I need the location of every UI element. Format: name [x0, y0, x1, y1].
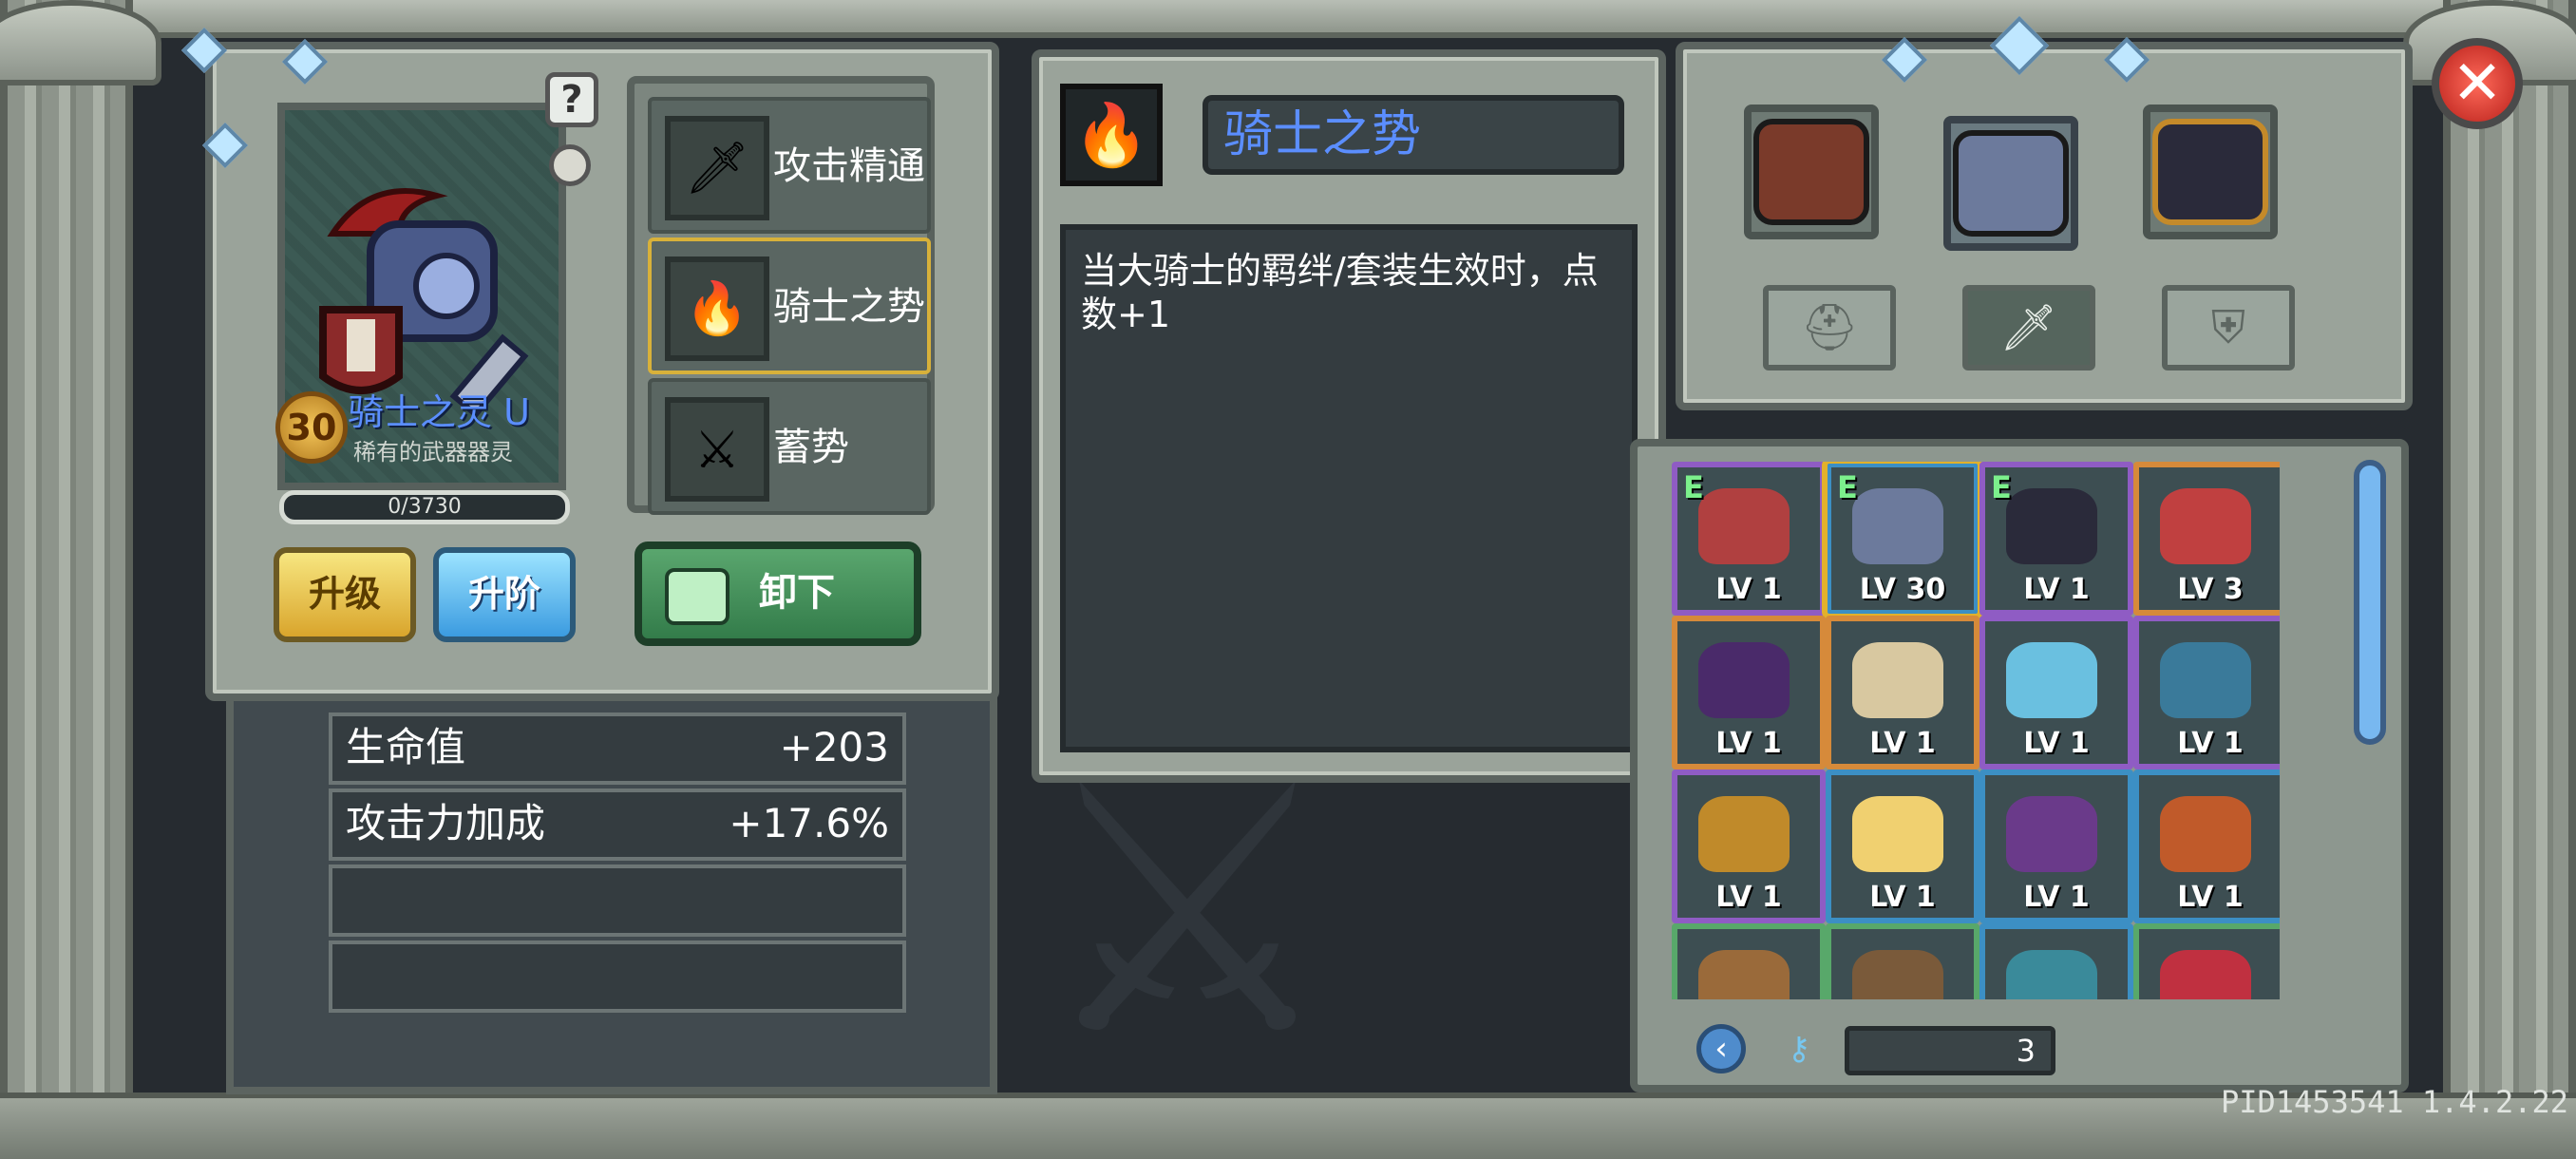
equipped-tag [1991, 779, 2023, 811]
help-button[interactable]: ? [545, 72, 598, 127]
equip-slot[interactable] [1943, 116, 2078, 251]
top-beam [0, 0, 2576, 38]
stats-panel: 生命值 +203 攻击力加成 +17.6% [226, 676, 997, 1094]
xp-bar: 0/3730 [279, 490, 570, 524]
inventory-item[interactable] [1979, 923, 2133, 999]
stat-name: 生命值 [346, 724, 466, 770]
skill-label: 骑士之势 [773, 285, 925, 329]
skill-item[interactable]: ⚔ 蓄势 [648, 378, 931, 515]
inventory-item[interactable]: LV 1 [1979, 770, 2133, 923]
inventory-item[interactable] [2133, 923, 2280, 999]
stat-row [329, 864, 906, 937]
equipped-tag [1837, 933, 1869, 965]
item-level: LV 1 [2177, 727, 2244, 760]
equipped-tag: E [1837, 469, 1858, 505]
stat-row: 生命值 +203 [329, 712, 906, 785]
equipped-tag [1683, 933, 1715, 965]
equipped-tag [1837, 779, 1869, 811]
stat-value: +17.6% [729, 800, 889, 846]
equipped-tag: E [1991, 469, 2012, 505]
inventory-item[interactable]: LV 1 [1979, 616, 2133, 770]
fist-icon [665, 568, 729, 625]
inventory-item[interactable]: LV 1 [1826, 616, 1979, 770]
pet-name: 骑士之灵 U [348, 391, 530, 433]
level-badge: 30 [275, 391, 348, 464]
bottom-beam [0, 1092, 2576, 1159]
advance-button[interactable]: 升阶 [433, 547, 576, 642]
shield-icon[interactable]: ⛨ [2162, 285, 2295, 370]
equip-panel: ⛑ 🗡 ⛨ [1676, 42, 2413, 410]
equipped-tag [1837, 625, 1869, 657]
inventory-item[interactable]: LV 1 [1672, 616, 1826, 770]
flame-icon: 🔥 [1060, 84, 1163, 186]
skill-item[interactable]: 🗡 攻击精通 [648, 97, 931, 234]
skill-label: 攻击精通 [773, 144, 925, 188]
item-level: LV 1 [1869, 727, 1936, 760]
stat-value: +203 [779, 724, 889, 770]
equip-slot[interactable] [2143, 104, 2278, 239]
sword-icon: 🗡 [665, 116, 769, 220]
version-label: PID1453541 1.4.2.22 [2220, 1084, 2568, 1120]
equipped-tag [1683, 779, 1715, 811]
inventory-scrollbar[interactable] [2354, 460, 2386, 745]
upgrade-button[interactable]: 升级 [274, 547, 416, 642]
skill-detail-title: 骑士之势 [1203, 95, 1624, 175]
unequip-button[interactable]: 卸下 [635, 542, 921, 646]
item-level: LV 1 [2177, 881, 2244, 914]
close-button[interactable]: ✕ [2432, 38, 2523, 129]
back-arrow-icon[interactable]: ‹ [1696, 1024, 1746, 1074]
inventory-item[interactable] [1826, 923, 1979, 999]
inventory-item[interactable]: E LV 1 [1979, 462, 2133, 616]
equipped-tag [2145, 625, 2177, 657]
inventory-panel: E LV 1 E LV 30 E LV 1 LV 3 LV 1 LV 1 LV 1 LV 1 LV 1… [1630, 439, 2409, 1092]
left-pillar-cap [0, 0, 161, 86]
lock-icon[interactable] [549, 144, 591, 186]
helmet-icon[interactable]: ⛑ [1763, 285, 1896, 370]
inventory-item[interactable]: E LV 30 [1822, 462, 1983, 619]
inventory-item[interactable]: LV 1 [1826, 770, 1979, 923]
skill-detail-description: 当大骑士的羁绊/套装生效时，点数+1 [1060, 224, 1638, 752]
right-pillar [2443, 0, 2576, 1159]
equipped-tag: E [1683, 469, 1704, 505]
inventory-item[interactable]: E LV 1 [1672, 462, 1826, 616]
inventory-item[interactable]: LV 1 [1672, 770, 1826, 923]
inventory-item[interactable]: LV 1 [2133, 616, 2280, 770]
inventory-item[interactable]: LV 3 [2133, 462, 2280, 616]
equipped-tag [1991, 933, 2023, 965]
item-level: LV 3 [2177, 573, 2244, 606]
equipped-tag [1991, 625, 2023, 657]
item-level: LV 1 [1715, 573, 1782, 606]
item-level: LV 30 [1859, 573, 1946, 606]
sword-icon[interactable]: 🗡 [1962, 285, 2095, 370]
flame-icon: 🔥 [665, 256, 769, 361]
item-level: LV 1 [1715, 881, 1782, 914]
charge-icon: ⚔ [665, 397, 769, 502]
equipped-tag [2145, 779, 2177, 811]
stat-row: 攻击力加成 +17.6% [329, 788, 906, 861]
page-count: 3 [1845, 1026, 2055, 1075]
unequip-label: 卸下 [759, 571, 835, 615]
item-level: LV 1 [2023, 881, 2090, 914]
equipped-tag [2145, 933, 2177, 965]
skill-list: 🗡 攻击精通 🔥 骑士之势 ⚔ 蓄势 [627, 76, 935, 515]
pet-subtitle: 稀有的武器器灵 [353, 439, 513, 466]
stat-row [329, 940, 906, 1013]
skill-item[interactable]: 🔥 骑士之势 [648, 238, 931, 374]
key-icon: ⚷ [1787, 1030, 1811, 1068]
item-level: LV 1 [1715, 727, 1782, 760]
item-level: LV 1 [1869, 881, 1936, 914]
inventory-grid: E LV 1 E LV 30 E LV 1 LV 3 LV 1 LV 1 LV 1 LV 1 LV 1… [1672, 462, 2280, 999]
item-level: LV 1 [2023, 573, 2090, 606]
left-pillar [0, 0, 133, 1159]
equipped-tag [1683, 625, 1715, 657]
equip-slot[interactable] [1744, 104, 1879, 239]
emblem-watermark: ⚔ [1033, 712, 1341, 1111]
stat-name: 攻击力加成 [346, 800, 546, 846]
skill-label: 蓄势 [773, 426, 849, 469]
inventory-item[interactable]: LV 1 [2133, 770, 2280, 923]
inventory-item[interactable] [1672, 923, 1826, 999]
item-level: LV 1 [2023, 727, 2090, 760]
equipped-tag [2145, 471, 2177, 504]
